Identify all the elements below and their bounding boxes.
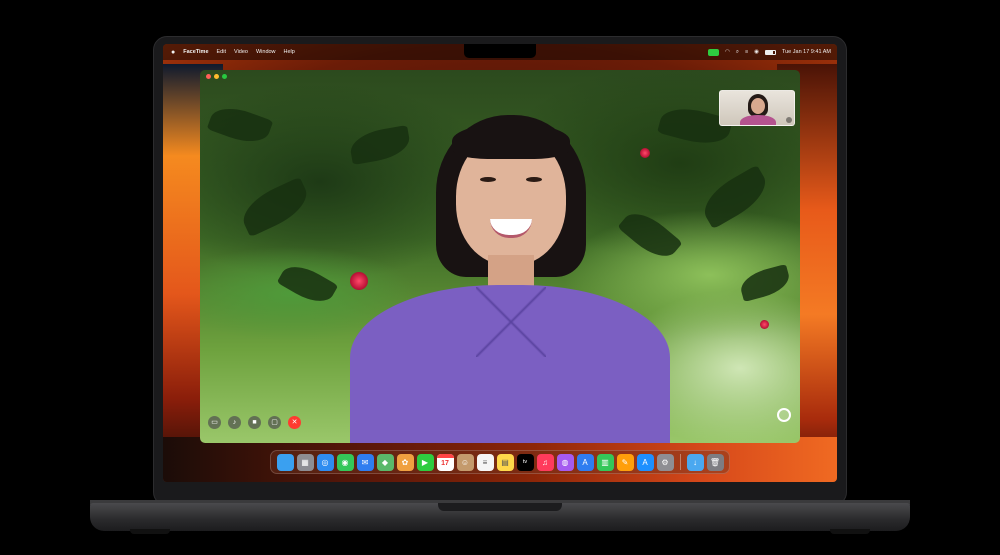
screen-share-button[interactable]: ▢ [268, 416, 281, 429]
dock-pages-icon[interactable]: ✎ [616, 453, 634, 471]
foliage [276, 258, 339, 310]
live-photo-shutter-button[interactable] [777, 408, 791, 422]
search-icon[interactable]: ⌕ [736, 49, 739, 56]
facetime-window: ▭ ♪ ■ ▢ ✕ [200, 70, 800, 443]
foliage [696, 164, 774, 230]
menu-clock[interactable]: Tue Jan 17 9:41 AM [782, 49, 831, 55]
dock-contacts-icon[interactable]: ☺ [456, 453, 474, 471]
laptop-opening-notch [438, 503, 562, 511]
video-camera-icon: ■ [252, 419, 257, 426]
dock-photos-icon[interactable]: ✿ [396, 453, 414, 471]
dock-settings-icon[interactable]: ⚙ [656, 453, 674, 471]
window-controls [206, 74, 227, 79]
mute-button[interactable]: ♪ [228, 416, 241, 429]
dock-appstore-icon[interactable]: A [636, 453, 654, 471]
dock-trash-icon[interactable]: 🗑 [706, 453, 724, 471]
dock-separator [679, 454, 681, 470]
dock-mail-icon[interactable]: ✉ [356, 453, 374, 471]
laptop-foot [130, 529, 170, 534]
foliage [236, 176, 314, 238]
dock-tv-icon[interactable]: tv [516, 453, 534, 471]
sidebar-button[interactable]: ▭ [208, 416, 221, 429]
control-center-icon[interactable]: ≡ [745, 49, 748, 55]
dock: ▦ ◎ ◉ ✉ ◆ ✿ ▶ 17 ☺ ≡ ▤ tv ♫ ◍ A ▥ ✎ A ⚙ ↓ 🗑 [270, 450, 730, 474]
laptop-foot [830, 529, 870, 534]
dock-numbers-icon[interactable]: ▥ [596, 453, 614, 471]
dock-notes-icon[interactable]: ▤ [496, 453, 514, 471]
end-call-button[interactable]: ✕ [288, 416, 301, 429]
expand-icon[interactable] [786, 117, 792, 123]
minimize-window-button[interactable] [214, 74, 219, 79]
dock-facetime-icon[interactable]: ▶ [416, 453, 434, 471]
call-controls: ▭ ♪ ■ ▢ ✕ [208, 416, 301, 429]
dock-reminders-icon[interactable]: ≡ [476, 453, 494, 471]
foliage [737, 263, 793, 303]
participant-eye [480, 177, 496, 182]
menu-video[interactable]: Video [234, 49, 248, 55]
participant-collar [476, 287, 546, 357]
dock-appstore-alt-icon[interactable]: A [576, 453, 594, 471]
laptop-screen: ● FaceTime Edit Video Window Help ◠ ⌕ ≡ … [163, 44, 837, 482]
self-view-face [751, 98, 765, 114]
menu-app-name[interactable]: FaceTime [183, 49, 208, 55]
dock-messages-icon[interactable]: ◉ [336, 453, 354, 471]
zoom-window-button[interactable] [222, 74, 227, 79]
foliage [206, 100, 274, 150]
camera-notch [464, 44, 536, 58]
dock-maps-icon[interactable]: ◆ [376, 453, 394, 471]
screen-share-icon: ▢ [271, 419, 278, 426]
dock-launchpad-icon[interactable]: ▦ [296, 453, 314, 471]
siri-icon[interactable]: ◉ [754, 49, 759, 55]
self-view-pip[interactable] [719, 90, 795, 126]
microphone-icon: ♪ [232, 419, 237, 426]
status-area: ◠ ⌕ ≡ ◉ Tue Jan 17 9:41 AM [708, 44, 831, 60]
video-toggle-button[interactable]: ■ [248, 416, 261, 429]
participant-eye [526, 177, 542, 182]
close-icon: ✕ [291, 419, 298, 426]
menu-window[interactable]: Window [256, 49, 276, 55]
wifi-icon[interactable]: ◠ [725, 49, 730, 55]
dock-finder-icon[interactable] [276, 453, 294, 471]
camellia-flower [760, 320, 769, 329]
participant-fringe [452, 123, 570, 159]
dock-safari-icon[interactable]: ◎ [316, 453, 334, 471]
dock-calendar-icon[interactable]: 17 [436, 453, 454, 471]
dock-downloads-icon[interactable]: ↓ [686, 453, 704, 471]
dock-music-icon[interactable]: ♫ [536, 453, 554, 471]
self-view-shirt [740, 115, 776, 125]
menu-edit[interactable]: Edit [217, 49, 226, 55]
menu-help[interactable]: Help [284, 49, 295, 55]
remote-participant-video [350, 115, 670, 443]
sidebar-icon: ▭ [211, 419, 218, 426]
battery-icon[interactable] [764, 49, 776, 55]
facetime-status-icon[interactable] [708, 48, 720, 56]
apple-menu-icon[interactable]: ● [171, 49, 175, 56]
dock-podcasts-icon[interactable]: ◍ [556, 453, 574, 471]
close-window-button[interactable] [206, 74, 211, 79]
